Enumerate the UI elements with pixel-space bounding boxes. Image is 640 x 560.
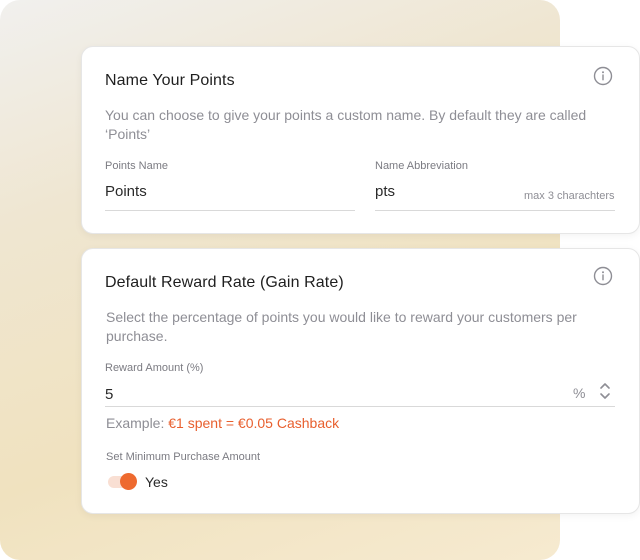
reward-rate-description: Select the percentage of points you woul… <box>106 309 577 344</box>
example-spent: €1 spent = <box>168 415 238 431</box>
abbreviation-label: Name Abbreviation <box>375 160 468 172</box>
reward-rate-card: Default Reward Rate (Gain Rate) Select t… <box>81 248 640 514</box>
reward-amount-underline <box>105 406 615 407</box>
points-name-input[interactable]: Points <box>105 183 147 200</box>
min-purchase-toggle[interactable] <box>108 473 138 491</box>
min-purchase-toggle-label: Yes <box>145 474 168 490</box>
name-points-title: Name Your Points <box>105 72 235 89</box>
reward-amount-label: Reward Amount (%) <box>105 362 204 374</box>
reward-amount-unit: % <box>573 385 586 401</box>
abbreviation-hint: max 3 charachters <box>524 190 615 202</box>
name-points-card: Name Your Points You can choose to give … <box>81 46 640 234</box>
toggle-knob <box>120 473 137 490</box>
points-name-underline <box>105 210 355 211</box>
example-prefix: Example: <box>106 415 169 431</box>
example-cashback: €0.05 Cashback <box>237 415 340 431</box>
points-name-label: Points Name <box>105 160 168 172</box>
min-purchase-label: Set Minimum Purchase Amount <box>106 451 261 463</box>
reward-amount-input[interactable]: 5 <box>105 386 113 403</box>
stepper-icon[interactable] <box>598 379 612 403</box>
info-icon[interactable] <box>593 266 613 286</box>
abbreviation-input[interactable]: pts <box>375 183 395 200</box>
name-points-description: You can choose to give your points a cus… <box>105 107 587 142</box>
info-icon[interactable] <box>593 66 613 86</box>
reward-rate-title: Default Reward Rate (Gain Rate) <box>105 274 344 291</box>
abbreviation-underline <box>375 210 615 211</box>
cashback-example: Example: €1 spent = €0.05 Cashback <box>106 415 339 431</box>
